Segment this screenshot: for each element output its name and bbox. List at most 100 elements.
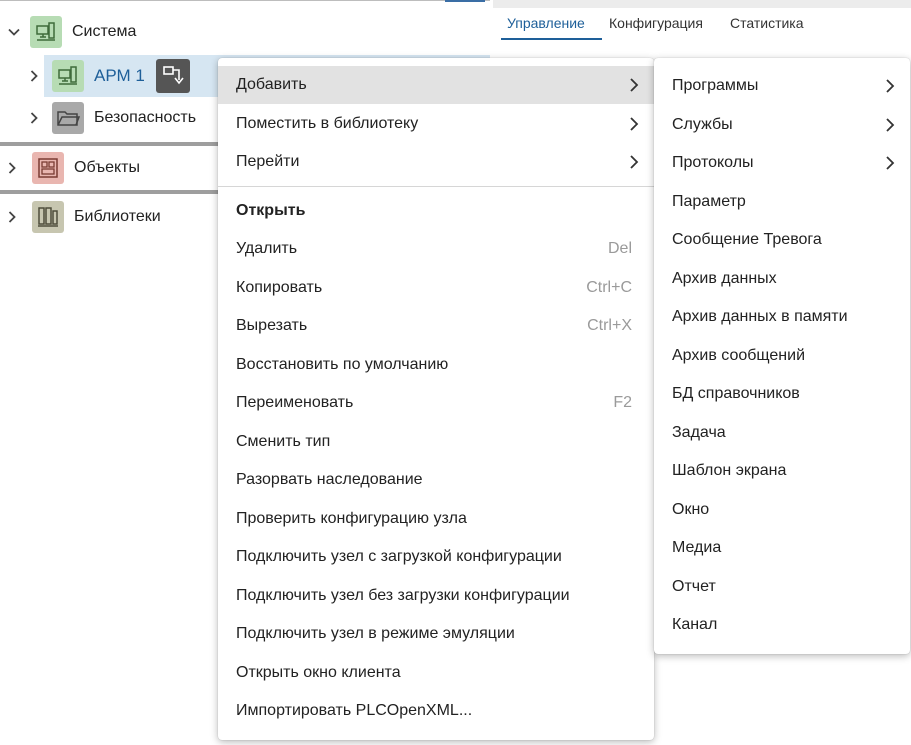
menu-item-label: Шаблон экрана (672, 462, 787, 479)
submenu-item-protocols[interactable]: Протоколы (654, 144, 910, 182)
menu-item-label: Службы (672, 116, 733, 133)
chevron-right-icon (884, 78, 896, 99)
chevron-right-icon[interactable] (2, 207, 22, 227)
context-menu: Добавить Поместить в библиотеку Перейти … (218, 58, 654, 740)
menu-item-connect-without-config[interactable]: Подключить узел без загрузки конфигураци… (218, 577, 654, 615)
panel-top-button[interactable] (445, 0, 485, 2)
menu-item-import-plcopenxml[interactable]: Импортировать PLCOpenXML... (218, 692, 654, 730)
chevron-right-icon (884, 155, 896, 176)
submenu-item-parameter[interactable]: Параметр (654, 183, 910, 221)
menu-item-label: Канал (672, 616, 718, 633)
node-action-icon[interactable] (155, 59, 190, 93)
menu-item-shortcut: Ctrl+C (586, 279, 632, 296)
submenu-item-reference-db[interactable]: БД справочников (654, 375, 910, 413)
tree-item-objects[interactable]: Объекты (2, 148, 140, 188)
submenu-item-alarm-message[interactable]: Сообщение Тревога (654, 221, 910, 259)
menu-item-label: Программы (672, 77, 759, 94)
menu-item-label: Копировать (236, 279, 323, 296)
tab-management[interactable]: Управление (507, 15, 585, 31)
menu-item-label: Сменить тип (236, 433, 331, 450)
menu-item-label: Вырезать (236, 317, 308, 334)
chevron-right-icon (628, 77, 640, 98)
objects-icon (32, 152, 64, 184)
tree-item-libraries[interactable]: Библиотеки (2, 197, 161, 237)
menu-item-break-inheritance[interactable]: Разорвать наследование (218, 461, 654, 499)
menu-item-delete[interactable]: Удалить Del (218, 230, 654, 268)
tab-statistics[interactable]: Статистика (730, 15, 804, 31)
submenu-item-programs[interactable]: Программы (654, 67, 910, 105)
submenu-item-channel[interactable]: Канал (654, 606, 910, 644)
menu-item-label: Поместить в библиотеку (236, 115, 419, 132)
menu-item-connect-with-config[interactable]: Подключить узел с загрузкой конфигурации (218, 538, 654, 576)
menu-item-shortcut: F2 (613, 394, 632, 411)
menu-item-add[interactable]: Добавить (218, 66, 654, 104)
menu-item-copy[interactable]: Копировать Ctrl+C (218, 269, 654, 307)
menu-item-go-to[interactable]: Перейти (218, 143, 654, 181)
menu-item-label: Восстановить по умолчанию (236, 356, 449, 373)
submenu-item-report[interactable]: Отчет (654, 568, 910, 606)
menu-item-label: Сообщение Тревога (672, 231, 822, 248)
chevron-right-icon (628, 116, 640, 137)
active-tab-indicator (501, 38, 602, 40)
tree-item-label: Объекты (74, 159, 140, 176)
menu-item-check-node-config[interactable]: Проверить конфигурацию узла (218, 500, 654, 538)
tabs-header-bar (493, 0, 911, 8)
panel-top-border (0, 0, 490, 1)
menu-item-open-client-window[interactable]: Открыть окно клиента (218, 654, 654, 692)
menu-item-label: Задача (672, 424, 726, 441)
submenu-item-message-archive[interactable]: Архив сообщений (654, 337, 910, 375)
menu-item-label: Разорвать наследование (236, 471, 423, 488)
tree-item-system[interactable]: Система (4, 12, 136, 52)
library-icon (32, 201, 64, 233)
tree-item-security[interactable]: Безопасность (24, 98, 196, 138)
chevron-right-icon[interactable] (2, 158, 22, 178)
tree-item-workstation[interactable]: АРМ 1 (24, 56, 190, 96)
menu-item-label: Перейти (236, 153, 300, 170)
menu-item-connect-emulation[interactable]: Подключить узел в режиме эмуляции (218, 615, 654, 653)
menu-item-label: Подключить узел с загрузкой конфигурации (236, 548, 562, 565)
workstation-icon (52, 60, 84, 92)
menu-item-label: Архив данных (672, 270, 777, 287)
tree-item-label: АРМ 1 (94, 66, 145, 85)
menu-separator (218, 186, 654, 187)
menu-item-label: Удалить (236, 240, 298, 257)
menu-item-label: Отчет (672, 578, 716, 595)
tab-configuration[interactable]: Конфигурация (609, 15, 703, 31)
submenu-item-memory-data-archive[interactable]: Архив данных в памяти (654, 298, 910, 336)
submenu-item-window[interactable]: Окно (654, 491, 910, 529)
menu-item-shortcut: Del (607, 240, 632, 257)
menu-item-label: Архив сообщений (672, 347, 806, 364)
submenu-item-screen-template[interactable]: Шаблон экрана (654, 452, 910, 490)
menu-item-label: Архив данных в памяти (672, 308, 848, 325)
menu-item-label: Переименовать (236, 394, 354, 411)
submenu-item-task[interactable]: Задача (654, 414, 910, 452)
menu-item-label: Протоколы (672, 154, 754, 171)
menu-item-restore-default[interactable]: Восстановить по умолчанию (218, 346, 654, 384)
menu-item-label: Окно (672, 501, 710, 518)
menu-item-label: Проверить конфигурацию узла (236, 510, 467, 527)
submenu-item-services[interactable]: Службы (654, 106, 910, 144)
menu-item-change-type[interactable]: Сменить тип (218, 423, 654, 461)
chevron-right-icon[interactable] (24, 66, 44, 86)
menu-item-label: Подключить узел в режиме эмуляции (236, 625, 515, 642)
folder-icon (52, 102, 84, 134)
tree-item-label: Система (72, 23, 137, 40)
chevron-down-icon[interactable] (4, 22, 24, 42)
tree-divider (0, 190, 240, 194)
menu-item-cut[interactable]: Вырезать Ctrl+X (218, 307, 654, 345)
menu-item-label: Медиа (672, 539, 722, 556)
chevron-right-icon (884, 117, 896, 138)
chevron-right-icon[interactable] (24, 108, 44, 128)
menu-item-label: Параметр (672, 193, 746, 210)
submenu-item-media[interactable]: Медиа (654, 529, 910, 567)
menu-item-label: Добавить (236, 76, 307, 93)
menu-item-open[interactable]: Открыть (218, 192, 654, 230)
system-icon (30, 16, 62, 48)
menu-item-label: Открыть (236, 202, 306, 219)
menu-item-rename[interactable]: Переименовать F2 (218, 384, 654, 422)
menu-item-place-in-library[interactable]: Поместить в библиотеку (218, 105, 654, 143)
menu-item-shortcut: Ctrl+X (587, 317, 632, 334)
tree-item-label: Безопасность (94, 109, 197, 126)
submenu-item-data-archive[interactable]: Архив данных (654, 260, 910, 298)
add-submenu: Программы Службы Протоколы Параметр Сооб… (654, 58, 910, 654)
